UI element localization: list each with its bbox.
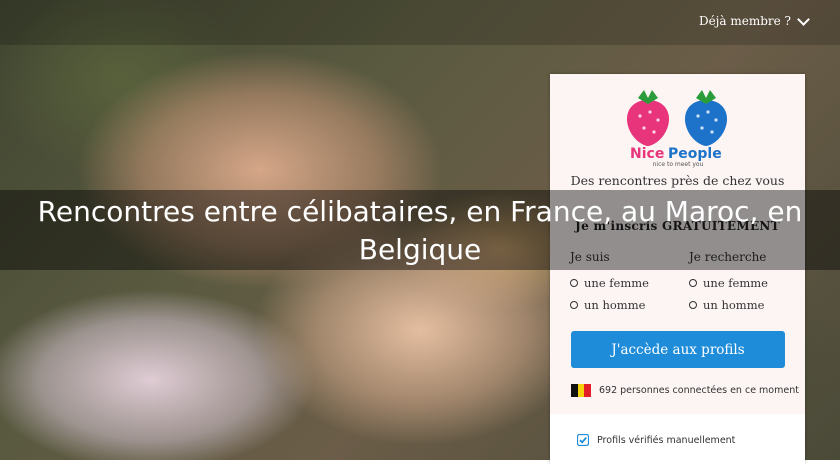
online-count: 692 personnes connectées en ce moment [571,384,799,397]
top-bar: Déjà membre ? [0,0,840,45]
logo-text-nice: Nice [630,146,664,162]
option-label: une femme [584,276,649,290]
option-label: un homme [584,298,646,312]
panel-tagline: Des rencontres près de chez vous [570,173,785,188]
verified-profiles: Profils vérifiés manuellement [577,434,735,446]
i-am-woman-option[interactable]: une femme [570,276,649,290]
access-profiles-button[interactable]: J'accède aux profils [571,331,785,368]
belgium-flag-icon [571,384,592,397]
member-login-toggle[interactable]: Déjà membre ? [698,12,810,28]
online-text: 692 personnes connectées en ce moment [599,385,799,396]
option-label: un homme [703,298,765,312]
logo-text-people: People [668,146,722,162]
panel-footer: Profils vérifiés manuellement [550,414,805,464]
option-label: une femme [703,276,768,290]
radio-icon[interactable] [689,301,697,309]
i-am-man-option[interactable]: un homme [570,298,649,312]
looking-for-man-option[interactable]: un homme [689,298,768,312]
verified-text: Profils vérifiés manuellement [597,434,736,446]
member-label: Déjà membre ? [698,14,791,28]
logo-tagline: nice to meet you [652,161,703,168]
chevron-down-icon [797,12,810,26]
logo: Nice People nice to meet you [550,82,805,172]
radio-icon[interactable] [570,279,578,287]
looking-for-woman-option[interactable]: une femme [689,276,768,290]
checkbox-check-icon [577,434,589,446]
hero-headline: Rencontres entre célibataires, en France… [37,195,803,266]
radio-icon[interactable] [570,301,578,309]
radio-icon[interactable] [689,279,697,287]
